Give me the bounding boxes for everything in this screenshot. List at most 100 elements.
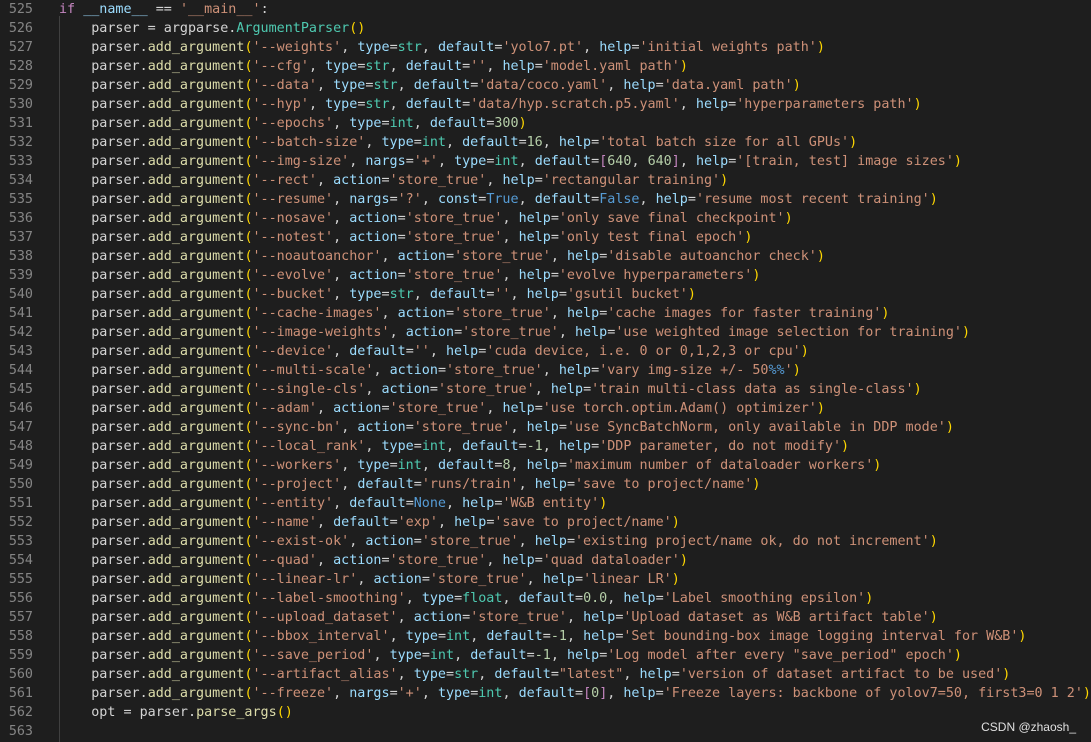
code-text[interactable]: parser.add_argument('--exist-ok', action… xyxy=(59,532,938,551)
code-text[interactable]: parser.add_argument('--nosave', action='… xyxy=(59,209,792,228)
code-text[interactable]: parser.add_argument('--local_rank', type… xyxy=(59,437,849,456)
code-line[interactable]: 558 parser.add_argument('--bbox_interval… xyxy=(0,627,1091,646)
code-line[interactable]: 530 parser.add_argument('--hyp', type = st… xyxy=(0,95,1091,114)
code-text[interactable]: parser.add_argument('--name', default='e… xyxy=(59,513,680,532)
code-text[interactable]: parser = argparse.ArgumentParser() xyxy=(59,19,365,38)
code-text[interactable]: parser.add_argument('--freeze', nargs='+… xyxy=(59,684,1091,703)
code-token: ( xyxy=(244,458,253,473)
code-editor[interactable]: 525 if __name__ == '__main__': 526 parser … xyxy=(0,0,1091,742)
code-token: = xyxy=(550,230,559,245)
code-text[interactable]: parser.add_argument('--rect', action='st… xyxy=(59,171,728,190)
code-text[interactable]: parser.add_argument('--weights', type=st… xyxy=(59,38,825,57)
code-text[interactable]: parser.add_argument('--upload_dataset', … xyxy=(59,608,938,627)
code-line[interactable]: 560 parser.add_argument('--artifact_alia… xyxy=(0,665,1091,684)
code-text[interactable]: parser.add_argument('--quad', action='st… xyxy=(59,551,688,570)
code-token: , xyxy=(373,363,390,378)
code-token: help xyxy=(542,572,575,587)
code-line[interactable]: 550 parser.add_argument('--project', def… xyxy=(0,475,1091,494)
code-text[interactable]: parser.add_argument('--image-weights', a… xyxy=(59,323,970,342)
code-line[interactable]: 546 parser.add_argument('--adam', action… xyxy=(0,399,1091,418)
code-line[interactable]: 535 parser.add_argument('--resume', narg… xyxy=(0,190,1091,209)
code-text[interactable]: parser.add_argument('--label-smoothing',… xyxy=(59,589,873,608)
code-line[interactable]: 534 parser.add_argument('--rect', action… xyxy=(0,171,1091,190)
code-text[interactable]: parser.add_argument('--entity', default=… xyxy=(59,494,607,513)
code-token: float xyxy=(462,591,503,606)
code-text[interactable]: parser.add_argument('--bucket', type=str… xyxy=(59,285,696,304)
code-token: add_argument xyxy=(147,401,245,416)
code-text[interactable]: parser.add_argument('--evolve', action='… xyxy=(59,266,760,285)
code-text[interactable]: parser.add_argument('--device', default=… xyxy=(59,342,809,361)
code-line[interactable]: 529 parser.add_argument('--data', type = s… xyxy=(0,76,1091,95)
code-line[interactable]: 541 parser.add_argument('--cache-images'… xyxy=(0,304,1091,323)
code-line[interactable]: 533 parser.add_argument('--img-size', na… xyxy=(0,152,1091,171)
code-text[interactable]: parser.add_argument('--noautoanchor', ac… xyxy=(59,247,825,266)
code-text[interactable]: parser.add_argument('--cache-images', ac… xyxy=(59,304,889,323)
code-token: '--cache-images' xyxy=(252,306,382,321)
code-line[interactable]: 562 opt = parser.parse_args() xyxy=(0,703,1091,722)
code-token: , xyxy=(446,439,463,454)
code-text[interactable]: parser.add_argument('--data', type=str, … xyxy=(59,76,801,95)
code-text[interactable]: parser.add_argument('--epochs', type=int… xyxy=(59,114,526,133)
line-number: 559 xyxy=(8,648,33,663)
code-text[interactable]: parser.add_argument('--hyp', type = str, d… xyxy=(59,95,921,114)
code-text[interactable]: parser.add_argument('--single-cls', acti… xyxy=(59,380,921,399)
code-line[interactable]: 556 parser.add_argument('--label-smoothi… xyxy=(0,589,1091,608)
code-token: , xyxy=(333,230,350,245)
code-text[interactable]: parser.add_argument('--bbox_interval', t… xyxy=(59,627,1026,646)
code-line[interactable]: 553 parser.add_argument('--exist-ok', ac… xyxy=(0,532,1091,551)
code-line[interactable]: 538 parser.add_argument('--noautoanchor'… xyxy=(0,247,1091,266)
code-text[interactable]: parser.add_argument('--artifact_alias', … xyxy=(59,665,1010,684)
code-text[interactable]: parser.add_argument('--notest', action='… xyxy=(59,228,752,247)
code-token: default xyxy=(429,116,487,131)
code-token: help xyxy=(518,268,551,283)
code-text[interactable]: parser.add_argument('--adam', action='st… xyxy=(59,399,825,418)
code-token: help xyxy=(550,382,584,397)
line-number: 545 xyxy=(8,382,33,397)
code-text[interactable]: parser.add_argument('--cfg', type = str, d… xyxy=(59,57,688,76)
code-text[interactable]: parser.add_argument('--linear-lr', actio… xyxy=(59,570,680,589)
code-text[interactable]: if __name__ == '__main__': xyxy=(59,0,269,19)
code-line[interactable]: 537 parser.add_argument('--notest', acti… xyxy=(0,228,1091,247)
line-number: 532 xyxy=(8,135,33,150)
code-line[interactable]: 544 parser.add_argument('--multi-scale',… xyxy=(0,361,1091,380)
code-line[interactable]: 559 parser.add_argument('--save_period',… xyxy=(0,646,1091,665)
code-text[interactable]: parser.add_argument('--batch-size', type… xyxy=(59,133,857,152)
code-token: default xyxy=(518,591,575,606)
code-line[interactable]: 532 parser.add_argument('--batch-size', … xyxy=(0,133,1091,152)
code-token: = xyxy=(566,477,575,492)
code-line[interactable]: 545 parser.add_argument('--single-cls', … xyxy=(0,380,1091,399)
code-token: = xyxy=(446,306,455,321)
code-line[interactable]: 542 parser.add_argument('--image-weights… xyxy=(0,323,1091,342)
code-line[interactable]: 555 parser.add_argument('--linear-lr', a… xyxy=(0,570,1091,589)
code-line[interactable]: 525 if __name__ == '__main__': xyxy=(0,0,1091,19)
code-token: help xyxy=(583,629,616,644)
code-line[interactable]: 563 xyxy=(0,722,1091,741)
code-text[interactable]: parser.add_argument('--resume', nargs='?… xyxy=(59,190,938,209)
code-line[interactable]: 557 parser.add_argument('--upload_datase… xyxy=(0,608,1091,627)
code-line[interactable]: 531 parser.add_argument('--epochs', type… xyxy=(0,114,1091,133)
code-line[interactable]: 539 parser.add_argument('--evolve', acti… xyxy=(0,266,1091,285)
code-line[interactable]: 551 parser.add_argument('--entity', defa… xyxy=(0,494,1091,513)
code-text[interactable]: parser.add_argument('--workers', type=in… xyxy=(59,456,881,475)
code-line[interactable]: 548 parser.add_argument('--local_rank', … xyxy=(0,437,1091,456)
code-line[interactable]: 547 parser.add_argument('--sync-bn', act… xyxy=(0,418,1091,437)
code-line[interactable]: 528 parser.add_argument('--cfg', type = st… xyxy=(0,57,1091,76)
code-line[interactable]: 536 parser.add_argument('--nosave', acti… xyxy=(0,209,1091,228)
code-line[interactable]: 526 parser = argparse.ArgumentParser() xyxy=(0,19,1091,38)
code-line[interactable]: 543 parser.add_argument('--device', defa… xyxy=(0,342,1091,361)
code-text[interactable]: opt = parser.parse_args() xyxy=(59,703,293,722)
code-line[interactable]: 549 parser.add_argument('--workers', typ… xyxy=(0,456,1091,475)
code-token: '--resume' xyxy=(252,192,334,207)
code-token: parser. xyxy=(59,78,148,93)
code-line[interactable]: 540 parser.add_argument('--bucket', type… xyxy=(0,285,1091,304)
code-token: , xyxy=(510,420,527,435)
code-text[interactable]: parser.add_argument('--img-size', nargs=… xyxy=(59,152,962,171)
code-text[interactable]: parser.add_argument('--save_period', typ… xyxy=(59,646,962,665)
code-line[interactable]: 561 parser.add_argument('--freeze', narg… xyxy=(0,684,1091,703)
code-line[interactable]: 554 parser.add_argument('--quad', action… xyxy=(0,551,1091,570)
code-text[interactable]: parser.add_argument('--sync-bn', action=… xyxy=(59,418,954,437)
code-line[interactable]: 527 parser.add_argument('--weights', typ… xyxy=(0,38,1091,57)
code-text[interactable]: parser.add_argument('--multi-scale', act… xyxy=(59,361,801,380)
code-text[interactable]: parser.add_argument('--project', default… xyxy=(59,475,760,494)
code-line[interactable]: 552 parser.add_argument('--name', defaul… xyxy=(0,513,1091,532)
